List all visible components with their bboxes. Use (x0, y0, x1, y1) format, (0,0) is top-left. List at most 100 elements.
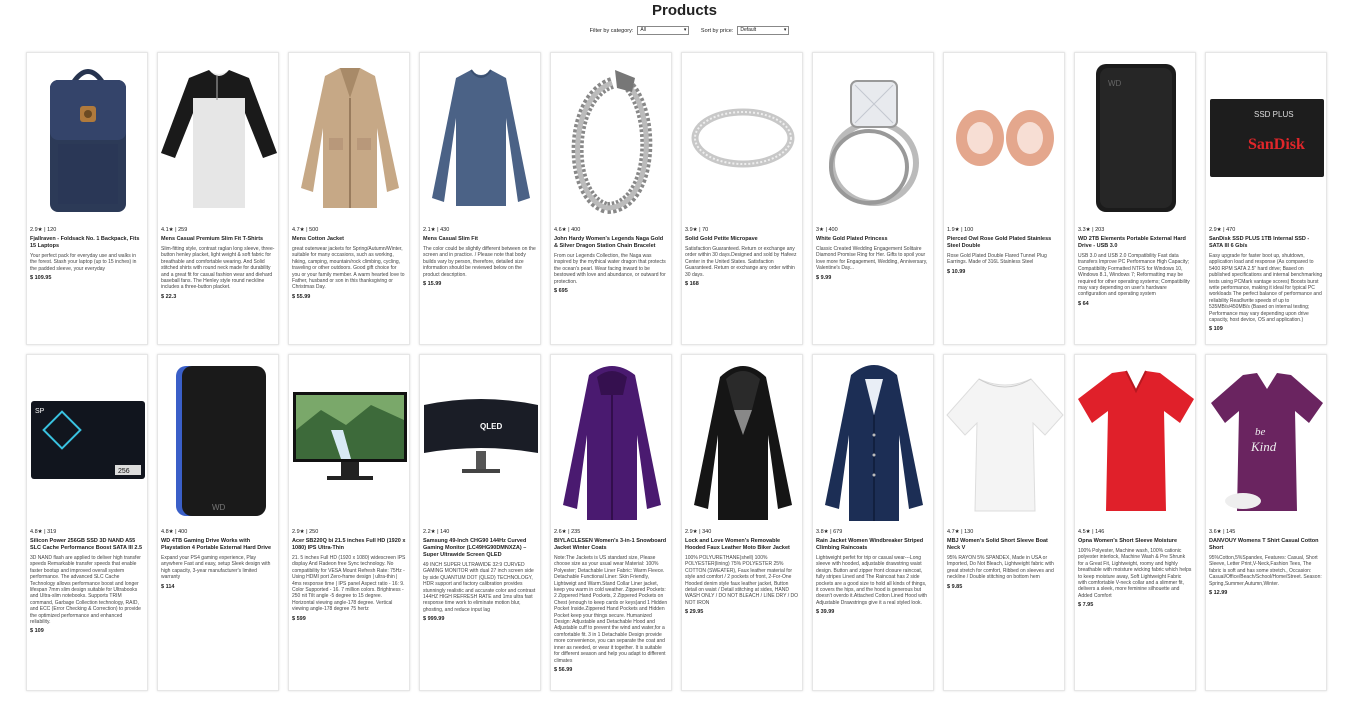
product-price: $ 39.99 (816, 609, 835, 616)
product-price: $ 56.99 (554, 666, 573, 673)
product-price: $ 109 (1209, 326, 1223, 333)
rating-value: 4.6★ (554, 227, 567, 233)
product-description: Slim-fitting style, contrast raglan long… (161, 246, 275, 291)
product-info: 2.9★ | 250 Acer SB220Q bi 21.5 inches Fu… (289, 525, 409, 622)
product-card[interactable]: be Kind 3.6★ | 145 DANVOUY Womens T Shirt… (1205, 354, 1327, 691)
product-image (289, 53, 409, 223)
product-card[interactable]: 4.1★ | 259 Mens Casual Premium Slim Fit … (157, 52, 279, 345)
product-card[interactable]: 2.9★ | 340 Lock and Love Women's Removab… (681, 354, 803, 691)
product-info: 3.6★ | 145 DANVOUY Womens T Shirt Casual… (1206, 525, 1326, 596)
product-image (682, 355, 802, 525)
product-title: Acer SB220Q bi 21.5 inches Full HD (1920… (292, 538, 406, 551)
product-title: Mens Cotton Jacket (292, 236, 344, 242)
product-card[interactable]: 3.8★ | 679 Rain Jacket Women Windbreaker… (812, 354, 934, 691)
svg-text:SSD PLUS: SSD PLUS (1254, 110, 1294, 119)
product-card[interactable]: 2.1★ | 430 Mens Casual Slim Fit The colo… (419, 52, 541, 345)
product-price: $ 29.95 (685, 609, 704, 616)
product-image (551, 355, 671, 525)
review-count: 120 (47, 227, 57, 233)
product-card[interactable]: SSD PLUS SanDisk 2.9★ | 470 SanDisk SSD P… (1205, 52, 1327, 345)
product-description: 100% Polyester, Machine wash, 100% catio… (1078, 548, 1192, 599)
product-price: $ 64 (1078, 300, 1089, 307)
product-image (1075, 355, 1195, 525)
rating-value: 2.2★ (423, 529, 436, 535)
product-title: SanDisk SSD PLUS 1TB Internal SSD - SATA… (1209, 236, 1310, 249)
product-card[interactable]: SP 256 4.8★ | 319 Silicon Power 256GB SSD… (26, 354, 148, 691)
product-info: 3★ | 400 White Gold Plated Princess Clas… (813, 223, 933, 281)
category-select[interactable]: All ▾ (637, 26, 690, 35)
rating-value: 1.9★ (947, 227, 960, 233)
review-count: 235 (571, 529, 581, 535)
product-image (813, 53, 933, 223)
product-card[interactable]: WD 4.8★ | 400 WD 4TB Gaming Drive Works … (157, 354, 279, 691)
product-info: 4.6★ | 400 John Hardy Women's Legends Na… (551, 223, 671, 294)
product-card[interactable]: 3★ | 400 White Gold Plated Princess Clas… (812, 52, 934, 345)
rating-value: 3.9★ (685, 227, 698, 233)
product-title: Fjallraven - Foldsack No. 1 Backpack, Fi… (30, 236, 140, 249)
product-card[interactable]: 4.5★ | 146 Opna Women's Short Sleeve Moi… (1074, 354, 1196, 691)
product-card[interactable]: 1.9★ | 100 Pierced Owl Rose Gold Plated … (943, 52, 1065, 345)
product-description: From our Legends Collection, the Naga wa… (554, 253, 666, 285)
svg-text:WD: WD (1108, 79, 1122, 88)
product-price: $ 9.99 (816, 274, 832, 281)
product-card[interactable]: QLED 2.2★ | 140 Samsung 49-Inch CHG90 14… (419, 354, 541, 691)
svg-text:Kind: Kind (1250, 439, 1277, 454)
product-card[interactable]: 4.7★ | 130 MBJ Women's Solid Short Sleev… (943, 354, 1065, 691)
sort-select-value: Default (740, 27, 757, 33)
product-price: $ 109 (30, 628, 44, 635)
product-price: $ 22.3 (161, 293, 177, 300)
product-description: Classic Created Wedding Engagement Solit… (816, 246, 928, 272)
product-title: John Hardy Women's Legends Naga Gold & S… (554, 236, 664, 249)
product-title: BIYLACLESEN Women's 3-in-1 Snowboard Jac… (554, 538, 667, 551)
review-count: 203 (1095, 227, 1105, 233)
sort-select[interactable]: Default ▾ (737, 26, 790, 35)
product-title: Mens Casual Slim Fit (423, 236, 479, 242)
product-rating: 3.8★ | 679 (816, 529, 843, 535)
product-card[interactable]: 2.9★ | 120 Fjallraven - Foldsack No. 1 B… (26, 52, 148, 345)
rating-value: 4.8★ (30, 529, 43, 535)
product-description: Satisfaction Guaranteed. Return or excha… (685, 246, 797, 278)
product-card[interactable]: 2.6★ | 235 BIYLACLESEN Women's 3-in-1 Sn… (550, 354, 672, 691)
product-title: Silicon Power 256GB SSD 3D NAND A55 SLC … (30, 538, 143, 551)
product-grid: 2.9★ | 120 Fjallraven - Foldsack No. 1 B… (26, 52, 1336, 691)
product-rating: 4.7★ | 130 (947, 529, 974, 535)
product-image: SSD PLUS SanDisk (1206, 53, 1326, 223)
product-description: great outerwear jackets for Spring/Autum… (292, 246, 405, 291)
product-image (551, 53, 671, 223)
product-title: WD 4TB Gaming Drive Works with Playstati… (161, 538, 272, 551)
product-card[interactable]: 4.6★ | 400 John Hardy Women's Legends Na… (550, 52, 672, 345)
product-price: $ 10.99 (947, 268, 966, 275)
product-card[interactable]: 3.9★ | 70 Solid Gold Petite Micropave Sa… (681, 52, 803, 345)
product-title: MBJ Women's Solid Short Sleeve Boat Neck… (947, 538, 1048, 551)
product-info: 4.8★ | 319 Silicon Power 256GB SSD 3D NA… (27, 525, 147, 634)
review-count: 470 (1226, 227, 1236, 233)
product-card[interactable]: WD 3.3★ | 203 WD 2TB Elements Portable E… (1074, 52, 1196, 345)
product-image (158, 53, 278, 223)
product-description: Your perfect pack for everyday use and w… (30, 253, 137, 272)
product-info: 2.1★ | 430 Mens Casual Slim Fit The colo… (420, 223, 540, 287)
product-rating: 3.9★ | 70 (685, 227, 709, 233)
svg-text:QLED: QLED (480, 422, 502, 431)
product-title: Pierced Owl Rose Gold Plated Stainless S… (947, 236, 1052, 249)
product-rating: 3★ | 400 (816, 227, 838, 233)
product-description: 21. 5 inches Full HD (1920 x 1080) wides… (292, 555, 406, 613)
review-count: 679 (833, 529, 843, 535)
product-rating: 2.9★ | 340 (685, 529, 712, 535)
product-image (944, 53, 1064, 223)
page-title: Products (651, 2, 717, 19)
product-description: Lightweight perfet for trip or casual we… (816, 555, 928, 606)
chevron-down-icon: ▾ (683, 27, 687, 33)
product-image (420, 53, 540, 223)
review-count: 400 (828, 227, 838, 233)
product-card[interactable]: 2.9★ | 250 Acer SB220Q bi 21.5 inches Fu… (288, 354, 410, 691)
review-count: 340 (702, 529, 712, 535)
product-row: 2.9★ | 120 Fjallraven - Foldsack No. 1 B… (26, 52, 1336, 345)
rating-value: 2.1★ (423, 227, 436, 233)
product-image (289, 355, 409, 525)
rating-value: 3.6★ (1209, 529, 1222, 535)
product-info: 2.9★ | 120 Fjallraven - Foldsack No. 1 B… (27, 223, 147, 281)
sort-label: Sort by price: (700, 27, 734, 34)
product-card[interactable]: 4.7★ | 500 Mens Cotton Jacket great oute… (288, 52, 410, 345)
product-info: 2.9★ | 340 Lock and Love Women's Removab… (682, 525, 802, 615)
product-description: Easy upgrade for faster boot up, shutdow… (1209, 253, 1323, 324)
